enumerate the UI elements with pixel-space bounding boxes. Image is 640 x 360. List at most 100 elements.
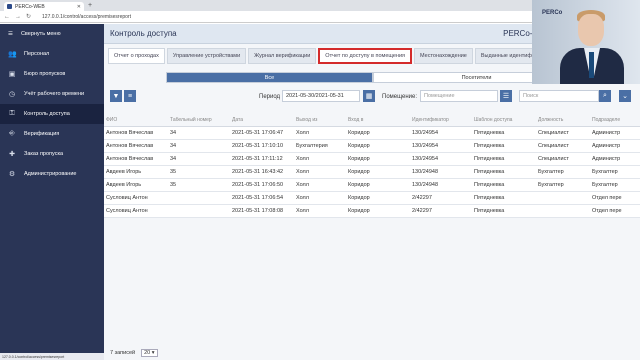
sidebar-item-access-control[interactable]: ⚿ Контроль доступа (0, 104, 104, 124)
table-cell: 2021-05-31 17:06:50 (232, 182, 284, 188)
verify-icon: ⎆ (9, 130, 15, 137)
table-cell: Сусловиц Антон (106, 195, 148, 201)
forward-icon[interactable]: → (15, 14, 21, 20)
key-icon: ⚿ (9, 110, 15, 117)
table-cell: 2021-05-31 17:06:54 (232, 195, 284, 201)
table-row[interactable]: Сусловиц Антон 2021-05-31 17:06:54 Холл Кор… (104, 192, 640, 205)
table-cell: Пятидневка (474, 169, 505, 175)
table-cell: Холл (296, 169, 309, 175)
column-header[interactable]: Выход из (294, 117, 346, 123)
record-count: 7 записей (110, 350, 136, 356)
person-filter: Все Посетители (166, 72, 580, 83)
table-cell: Холл (296, 195, 309, 201)
chevron-down-icon[interactable]: ⌄ (619, 90, 631, 102)
reload-icon[interactable]: ↻ (26, 13, 31, 20)
column-header[interactable]: Должность (536, 117, 590, 123)
presenter-head (578, 14, 604, 46)
column-header[interactable]: Идентификатор (410, 117, 472, 123)
video-logo: PERCo (542, 10, 563, 16)
column-header[interactable]: Табельный номер (168, 117, 230, 123)
table-row[interactable]: Сусловиц Антон 2021-05-31 17:08:08 Холл Кор… (104, 205, 640, 218)
sidebar-item-administration[interactable]: ⚙ Администрирование (0, 164, 104, 184)
column-header[interactable]: ФИО (104, 117, 168, 123)
sidebar-item-label: Заказ пропуска (24, 151, 64, 157)
table-row[interactable]: Антонов Вячеслав 34 2021-05-31 17:11:12 Хол… (104, 153, 640, 166)
search-icon[interactable]: ⌕ (599, 90, 611, 102)
table-cell: 130/24954 (412, 143, 438, 149)
period-input[interactable]: 2021-05-30/2021-05-31 (282, 90, 360, 102)
sidebar-item-label: Персонал (24, 51, 50, 57)
table-row[interactable]: Авдеев Игорь 35 2021-05-31 16:43:42 Холл Кор… (104, 166, 640, 179)
table-cell: 35 (170, 169, 177, 175)
table-cell: 35 (170, 182, 177, 188)
table-cell: Холл (296, 130, 309, 136)
back-icon[interactable]: ← (4, 14, 10, 20)
table-cell: Отдел пере (592, 208, 622, 214)
tab-device-management[interactable]: Управление устройствами (166, 48, 247, 64)
table-cell: Пятидневка (474, 143, 505, 149)
table-cell: Сусловиц Антон (106, 208, 148, 214)
gear-icon: ⚙ (8, 171, 16, 178)
url-field[interactable]: 127.0.0.1/control/access/premisesreport (42, 14, 131, 20)
page-size-value: 20 (144, 350, 151, 356)
table-cell: Холл (296, 182, 309, 188)
table-cell: Пятидневка (474, 208, 505, 214)
table-cell: 130/24954 (412, 130, 438, 136)
tab-location[interactable]: Местонахождение (414, 48, 473, 64)
calendar-icon[interactable]: ▦ (363, 90, 375, 102)
sidebar-item-pass-order[interactable]: ✚ Заказ пропуска (0, 144, 104, 164)
sidebar-item-label: Учёт рабочего времени (24, 91, 85, 97)
filter-all-button[interactable]: Все (166, 72, 373, 83)
table-row[interactable]: Антонов Вячеслав 34 2021-05-31 17:06:47 Хол… (104, 127, 640, 140)
table-cell: Антонов Вячеслав (106, 130, 154, 136)
page-size-select[interactable]: 20 ▾ (141, 349, 158, 357)
table-row[interactable]: Антонов Вячеслав 34 2021-05-31 17:10:10 Бух… (104, 140, 640, 153)
status-bar-url: 127.0.0.1/control/access/premisesreport (0, 353, 104, 360)
table-cell: Специалист (538, 143, 569, 149)
column-header[interactable]: Шаблон доступа (472, 117, 536, 123)
browser-tab[interactable]: PERCo-WEB ✕ (4, 2, 84, 11)
report-toolbar: ▼ ≡ Период 2021-05-30/2021-05-31 ▦ Помещ… (104, 87, 640, 107)
table-cell: Коридор (348, 208, 370, 214)
table-cell: Холл (296, 208, 309, 214)
sidebar-item-label: Бюро пропусков (24, 71, 66, 77)
table-row[interactable]: Авдеев Игорь 35 2021-05-31 17:06:50 Холл Кор… (104, 179, 640, 192)
sidebar-item-verification[interactable]: ⎆ Верификация (0, 124, 104, 144)
tab-premises-access-report[interactable]: Отчет по доступу в помещения (318, 48, 412, 64)
search-input[interactable]: Поиск (519, 90, 599, 102)
table-cell: 2021-05-31 16:43:42 (232, 169, 284, 175)
table-cell: 34 (170, 156, 177, 162)
premises-input[interactable]: Помещение (420, 90, 498, 102)
column-header[interactable]: Дата (230, 117, 294, 123)
sidebar-item-label: Администрирование (24, 171, 77, 177)
filter-icon[interactable]: ▼ (110, 90, 122, 102)
tab-issued-identifiers[interactable]: Выданные идентиф (474, 48, 538, 64)
table-cell: Пятидневка (474, 195, 505, 201)
column-header[interactable]: Подразделе (590, 117, 640, 123)
table-cell: Бухгалтер (592, 182, 618, 188)
table-cell: Бухгалтер (538, 182, 564, 188)
premises-list-icon[interactable]: ☰ (500, 90, 512, 102)
table-cell: Бухгалтер (538, 169, 564, 175)
table-cell: 130/24948 (412, 182, 438, 188)
close-tab-icon[interactable]: ✕ (77, 4, 81, 10)
new-tab-icon[interactable]: + (88, 2, 92, 9)
column-header[interactable]: Вход в (346, 117, 410, 123)
table-cell: Авдеев Игорь (106, 182, 142, 188)
sidebar-item-personnel[interactable]: 👥 Персонал (0, 44, 104, 64)
sidebar-item-label: Контроль доступа (24, 111, 70, 117)
table-cell: Коридор (348, 143, 370, 149)
table-cell: Администр (592, 143, 621, 149)
tab-verification-log[interactable]: Журнал верификации (248, 48, 317, 64)
table-header: ФИО Табельный номер Дата Выход из Вход в… (104, 114, 640, 127)
tab-pass-report[interactable]: Отчет о проходах (108, 48, 165, 64)
columns-icon[interactable]: ≡ (124, 90, 136, 102)
table-cell: Коридор (348, 182, 370, 188)
collapse-menu-button[interactable]: ☰ Свернуть меню (0, 24, 104, 44)
sidebar-item-pass-office[interactable]: ▣ Бюро пропусков (0, 64, 104, 84)
page-title: Контроль доступа (110, 29, 177, 38)
sidebar-item-time-tracking[interactable]: ◷ Учёт рабочего времени (0, 84, 104, 104)
table-cell: Администр (592, 130, 621, 136)
table-cell: Бухгалтер (592, 169, 618, 175)
table-cell: Холл (296, 156, 309, 162)
